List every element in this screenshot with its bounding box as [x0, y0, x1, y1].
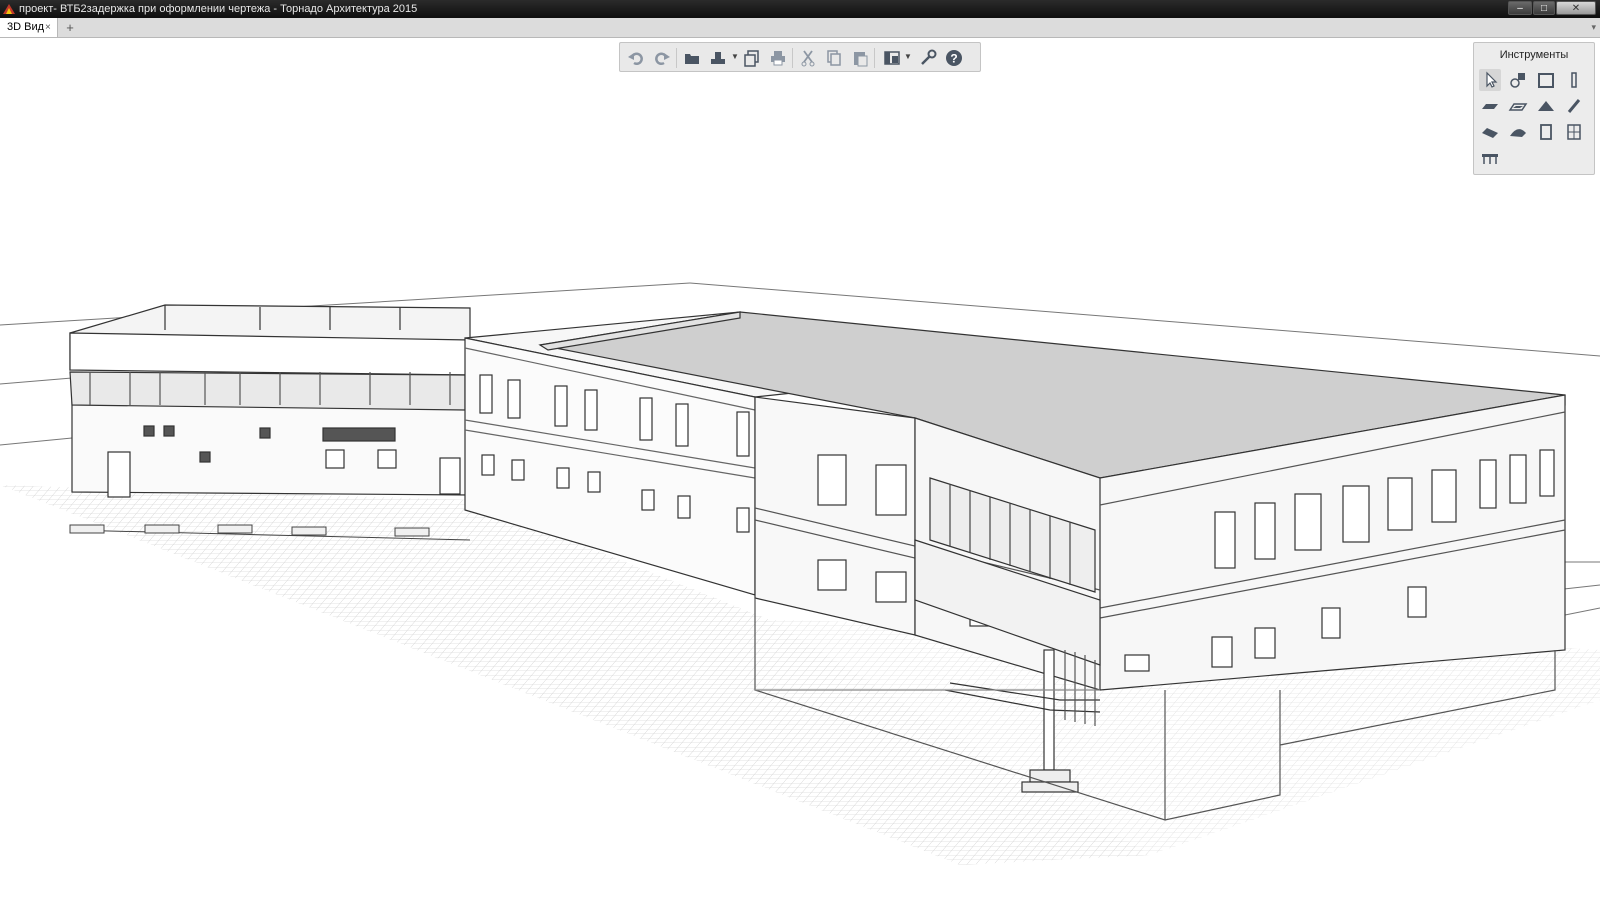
- window-controls: – □ ✕: [1508, 0, 1596, 16]
- undo-icon[interactable]: [626, 48, 646, 68]
- minimize-icon[interactable]: –: [1508, 1, 1532, 15]
- tornado-app-icon: [3, 4, 15, 14]
- tab-close-icon[interactable]: ×: [45, 18, 51, 37]
- export-icon[interactable]: [742, 48, 762, 68]
- stair-icon[interactable]: [1479, 147, 1501, 169]
- railing-icon[interactable]: [1563, 95, 1585, 117]
- tab-3d-view[interactable]: 3D Вид ×: [0, 18, 58, 37]
- tab-label: 3D Вид: [7, 21, 45, 33]
- save-icon[interactable]: [708, 48, 728, 68]
- window-title: проект- ВТБ2задержка при оформлении черт…: [19, 3, 418, 15]
- settings-wrench-icon[interactable]: [918, 48, 938, 68]
- roof-icon[interactable]: [1535, 95, 1557, 117]
- shell-icon[interactable]: [1507, 121, 1529, 143]
- view-settings-icon[interactable]: [882, 48, 902, 68]
- save-dropdown-chevron-icon[interactable]: ▼: [731, 52, 739, 61]
- add-tab-button[interactable]: +: [63, 18, 77, 37]
- view-dropdown-chevron-icon[interactable]: ▼: [904, 52, 912, 61]
- copy-icon[interactable]: [824, 48, 844, 68]
- close-icon[interactable]: ✕: [1556, 1, 1596, 15]
- maximize-icon[interactable]: □: [1533, 1, 1555, 15]
- print-icon[interactable]: [768, 48, 788, 68]
- paste-icon[interactable]: [850, 48, 870, 68]
- open-folder-icon[interactable]: [682, 48, 702, 68]
- shape-icon[interactable]: [1507, 69, 1529, 91]
- redo-icon[interactable]: [652, 48, 672, 68]
- tools-panel: Инструменты: [1473, 42, 1595, 175]
- help-icon[interactable]: ?: [944, 48, 964, 68]
- wall-icon[interactable]: [1535, 69, 1557, 91]
- door-icon[interactable]: [1535, 121, 1557, 143]
- column-icon[interactable]: [1563, 69, 1585, 91]
- slab-icon[interactable]: [1479, 95, 1501, 117]
- floor-icon[interactable]: [1507, 95, 1529, 117]
- beam-icon[interactable]: [1479, 121, 1501, 143]
- tools-panel-title: Инструменты: [1499, 49, 1569, 61]
- select-arrow-icon[interactable]: [1479, 69, 1501, 91]
- tab-bar: 3D Вид × + ▾: [0, 18, 1600, 38]
- svg-text:?: ?: [950, 52, 957, 66]
- window-icon[interactable]: [1563, 121, 1585, 143]
- cut-icon[interactable]: [798, 48, 818, 68]
- building-model: [0, 282, 1600, 865]
- main-toolbar: ▼ ▼ ?: [619, 42, 981, 72]
- tab-menu-chevron-icon[interactable]: ▾: [1591, 18, 1596, 37]
- 3d-viewport[interactable]: [0, 38, 1600, 900]
- title-bar: проект- ВТБ2задержка при оформлении черт…: [0, 0, 1600, 18]
